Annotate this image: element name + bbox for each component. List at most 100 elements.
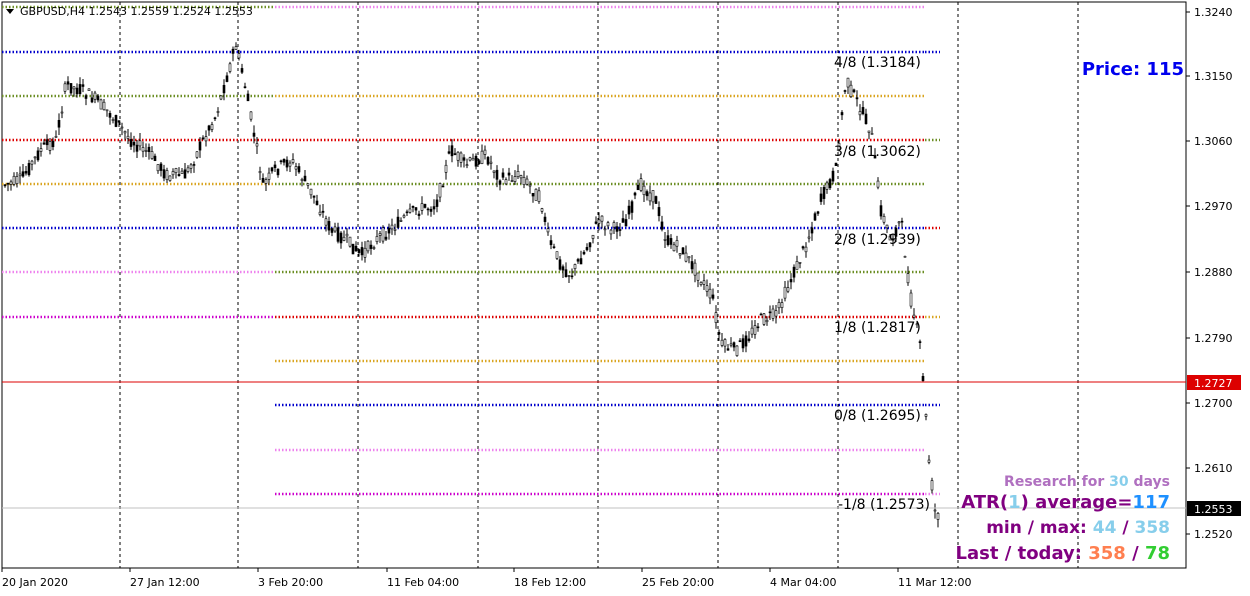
candle-body bbox=[333, 226, 337, 232]
candle-body bbox=[201, 137, 205, 140]
candle-body bbox=[465, 164, 469, 167]
candle-body bbox=[684, 252, 688, 262]
candle-body bbox=[591, 234, 595, 239]
candle-body bbox=[108, 113, 112, 118]
candle-body bbox=[705, 285, 709, 292]
candle-body bbox=[762, 313, 766, 325]
candle-body bbox=[561, 266, 565, 271]
candle-body bbox=[501, 172, 505, 178]
candle-body bbox=[471, 157, 475, 161]
candle-body bbox=[498, 180, 502, 185]
candle-body bbox=[687, 256, 691, 259]
candle-body bbox=[681, 247, 685, 255]
candle-body bbox=[516, 171, 520, 177]
y-tick-label: 1.3150 bbox=[1194, 70, 1233, 83]
candle-body bbox=[729, 343, 733, 346]
candle-body bbox=[660, 221, 664, 230]
candle-body bbox=[348, 236, 352, 247]
candle-body bbox=[612, 222, 616, 228]
candle-body bbox=[75, 87, 79, 95]
candle-body bbox=[927, 459, 931, 463]
candle-body bbox=[672, 244, 676, 252]
candle-body bbox=[858, 111, 862, 116]
candle-body bbox=[699, 282, 703, 285]
candle-body bbox=[12, 175, 16, 185]
candle-body bbox=[468, 157, 472, 161]
candle-body bbox=[594, 221, 598, 224]
candle-body bbox=[180, 170, 184, 174]
candle-body bbox=[864, 113, 868, 125]
candle-body bbox=[657, 207, 661, 217]
candle-body bbox=[54, 136, 58, 138]
candle-body bbox=[204, 136, 208, 142]
candle-body bbox=[105, 109, 109, 112]
candle-body bbox=[519, 175, 523, 179]
candle-body bbox=[765, 319, 769, 323]
candle-body bbox=[477, 160, 481, 165]
candle-body bbox=[93, 92, 97, 100]
candle-body bbox=[339, 232, 343, 244]
candle-body bbox=[24, 171, 28, 174]
candle-body bbox=[870, 133, 874, 135]
candle-body bbox=[786, 287, 790, 292]
candle-body bbox=[636, 184, 640, 191]
candle-body bbox=[618, 229, 622, 231]
candle-body bbox=[825, 182, 829, 190]
candle-body bbox=[291, 159, 295, 163]
candle-body bbox=[57, 119, 61, 128]
x-tick-label: 27 Jan 12:00 bbox=[130, 576, 200, 589]
candle-body bbox=[84, 95, 88, 99]
candle-body bbox=[813, 213, 817, 221]
candle-body bbox=[630, 201, 634, 213]
candle-body bbox=[510, 180, 514, 182]
candle-body bbox=[606, 222, 610, 227]
candle-body bbox=[258, 171, 262, 174]
candle-body bbox=[444, 164, 448, 173]
candle-body bbox=[792, 266, 796, 278]
candle-body bbox=[69, 83, 73, 94]
candle-body bbox=[936, 513, 940, 520]
price-chart[interactable]: 4/8 (1.3184) 3/8 (1.3062) 2/8 (1.2939) 1… bbox=[0, 0, 1250, 596]
candle-body bbox=[297, 166, 301, 173]
candle-body bbox=[852, 89, 856, 93]
candle-body bbox=[906, 273, 910, 284]
candle-body bbox=[36, 150, 40, 161]
candle-body bbox=[474, 155, 478, 167]
candle-body bbox=[378, 233, 382, 236]
candle-body bbox=[855, 97, 859, 100]
y-tick-label: 1.2880 bbox=[1194, 266, 1233, 279]
y-tick-label: 1.2520 bbox=[1194, 528, 1233, 541]
candle-body bbox=[609, 229, 613, 235]
time-axis[interactable]: 20 Jan 2020 27 Jan 12:00 3 Feb 20:00 11 Feb… bbox=[1, 568, 971, 589]
candle-body bbox=[309, 188, 313, 196]
candle-body bbox=[921, 376, 925, 381]
candle-body bbox=[255, 143, 259, 147]
candle-body bbox=[237, 53, 241, 59]
candle-body bbox=[222, 84, 226, 94]
candle-body bbox=[375, 236, 379, 242]
candle-body bbox=[357, 249, 361, 253]
candle-body bbox=[330, 228, 334, 233]
candle-body bbox=[363, 247, 367, 258]
price-axis[interactable]: 1.3240 1.3150 1.3060 1.2970 1.2880 1.2790 1.27… bbox=[1186, 6, 1233, 541]
candle-body bbox=[405, 211, 409, 214]
x-tick-label: 25 Feb 20:00 bbox=[642, 576, 714, 589]
candle-body bbox=[693, 262, 697, 276]
candle-body bbox=[642, 185, 646, 196]
candle-body bbox=[66, 81, 70, 85]
candle-body bbox=[567, 275, 571, 277]
candle-body bbox=[933, 509, 937, 512]
candle-body bbox=[645, 191, 649, 197]
candle-body bbox=[834, 162, 838, 167]
candle-body bbox=[210, 124, 214, 130]
y-tick-label: 1.3060 bbox=[1194, 135, 1233, 148]
candle-body bbox=[399, 220, 403, 222]
candle-body bbox=[384, 236, 388, 240]
candle-body bbox=[918, 341, 922, 343]
candle-body bbox=[795, 261, 799, 270]
candle-body bbox=[372, 247, 376, 249]
candle-body bbox=[117, 120, 121, 123]
candle-body bbox=[615, 226, 619, 232]
candle-body bbox=[420, 203, 424, 211]
candle-body bbox=[807, 236, 811, 239]
